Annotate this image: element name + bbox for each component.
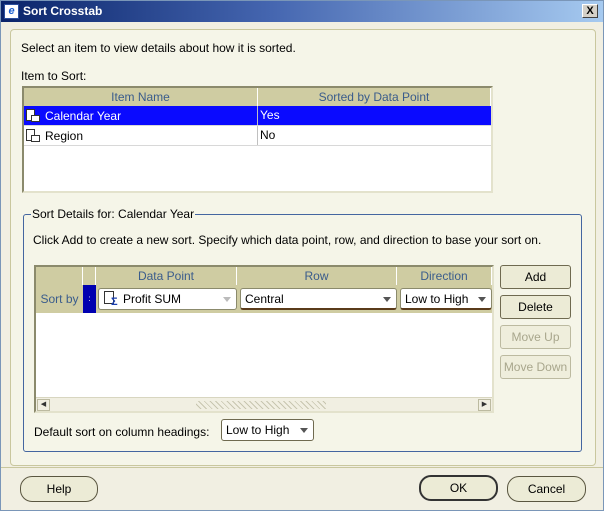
ok-button[interactable]: OK [419,475,498,501]
column-header-data-point[interactable]: Data Point [96,267,237,285]
item-name: Calendar Year [45,108,122,123]
column-header-row[interactable]: Row [237,267,397,285]
column-header-direction[interactable]: Direction [397,267,492,285]
item-name: Region [45,128,84,143]
title-bar: e Sort Crosstab X [1,1,603,22]
default-sort-select[interactable]: Low to High [221,419,314,441]
sort-details-legend: Sort Details for: Calendar Year [31,207,196,221]
default-sort-value: Low to High [226,423,290,437]
app-icon: e [4,4,19,19]
help-button-label: Help [46,482,72,496]
sorted-value: No [260,128,276,142]
cancel-button-label: Cancel [527,482,566,496]
sort-crosstab-dialog: e Sort Crosstab X Select an item to view… [0,0,604,511]
column-header-sorted-by-data-point[interactable]: Sorted by Data Point [258,88,491,106]
move-up-button-label: Move Up [511,330,560,344]
add-button[interactable]: Add [500,265,571,289]
item-to-sort-label: Item to Sort: [21,69,87,83]
intro-text: Select an item to view details about how… [21,41,296,55]
sorted-value: Yes [260,108,280,122]
sort-details-description: Click Add to create a new sort. Specify … [33,233,542,247]
move-up-button[interactable]: Move Up [500,325,571,349]
chevron-down-icon [478,297,486,302]
sort-row: Sort by : Σ Profit SUM Central Low to Hi… [36,285,492,313]
cancel-button[interactable]: Cancel [507,476,586,502]
column-header-selector [83,267,96,285]
row-select[interactable]: Central [240,288,397,310]
data-point-select[interactable]: Σ Profit SUM [98,288,237,310]
ok-button-label: OK [449,481,468,495]
data-point-sum-icon: Σ [103,291,119,308]
window-title: Sort Crosstab [23,4,103,18]
row-value: Central [245,291,284,306]
row-selector[interactable]: : [83,285,96,313]
column-header-item-name[interactable]: Item Name [24,88,258,106]
table-row[interactable]: Region No [24,126,491,146]
add-button-label: Add [524,270,547,284]
delete-button-label: Delete [518,300,553,314]
move-down-button[interactable]: Move Down [500,355,571,379]
horizontal-scrollbar[interactable]: ◀ ▶ [36,397,492,411]
items-table: Item Name Sorted by Data Point Calendar … [22,86,493,193]
chevron-down-icon [383,297,391,302]
direction-value: Low to High [405,291,469,306]
help-button[interactable]: Help [20,476,98,502]
scroll-left-icon[interactable]: ◀ [37,399,50,411]
sort-by-label: Sort by [40,292,79,306]
footer-separator [1,467,603,468]
data-point-value: Profit SUM [123,292,182,306]
direction-select[interactable]: Low to High [400,288,492,310]
item-icon [25,128,41,144]
chevron-down-icon [223,297,231,302]
default-sort-label: Default sort on column headings: [34,425,210,439]
scroll-right-icon[interactable]: ▶ [478,399,491,411]
chevron-down-icon [300,428,308,433]
column-header-blank [36,267,83,285]
items-table-header: Item Name Sorted by Data Point [24,88,491,106]
sort-grid: Data Point Row Direction Sort by : Σ Pro… [34,265,494,413]
item-icon [25,108,41,124]
sort-grid-header: Data Point Row Direction [36,267,492,285]
delete-button[interactable]: Delete [500,295,571,319]
close-button[interactable]: X [582,4,598,18]
scrollbar-grip[interactable] [196,401,326,409]
table-row[interactable]: Calendar Year Yes [24,106,491,126]
move-down-button-label: Move Down [503,360,568,374]
